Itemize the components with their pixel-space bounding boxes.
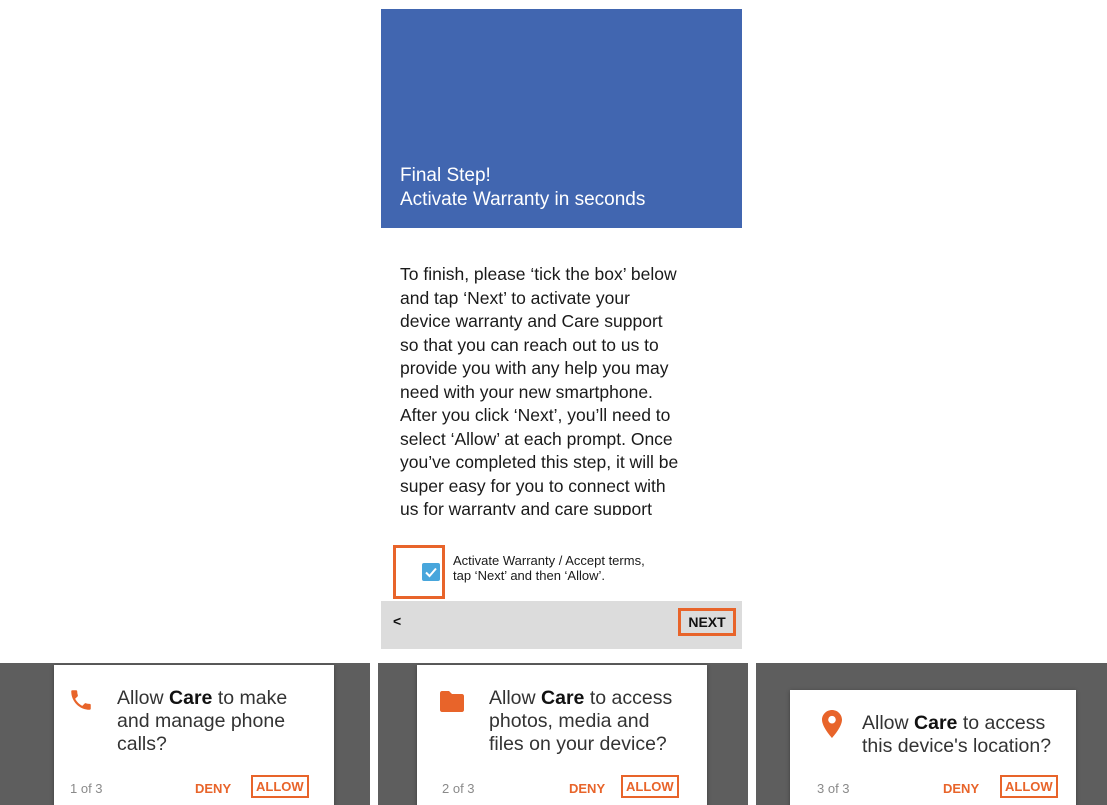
message-line3: calls? bbox=[117, 733, 167, 755]
app-name: Care bbox=[541, 687, 585, 709]
instructions-line: super easy for you to connect with bbox=[400, 475, 666, 496]
permission-counter: 3 of 3 bbox=[817, 781, 850, 796]
message-suffix: to access bbox=[957, 712, 1046, 734]
instructions-line: device warranty and Care support bbox=[400, 311, 663, 331]
permission-message: Allow Care to access this device's locat… bbox=[862, 712, 1051, 758]
allow-button[interactable]: ALLOW bbox=[621, 775, 679, 798]
next-button[interactable]: NEXT bbox=[678, 608, 736, 636]
instructions-line: After you click ‘Next’, you’ll need to bbox=[400, 405, 671, 425]
hero-banner: Final Step! Activate Warranty in seconds bbox=[381, 9, 742, 228]
deny-button[interactable]: DENY bbox=[195, 781, 231, 796]
checkmark-icon bbox=[425, 567, 437, 578]
message-suffix: to access bbox=[584, 687, 673, 709]
instructions-line: us for warranty and care support bbox=[400, 499, 652, 515]
hero-title: Final Step! Activate Warranty in seconds bbox=[400, 164, 645, 212]
message-line3: files on your device? bbox=[489, 733, 667, 755]
app-name: Care bbox=[169, 687, 213, 709]
permission-panel-storage: Allow Care to access photos, media and f… bbox=[378, 663, 748, 805]
location-pin-icon bbox=[822, 710, 842, 743]
permission-counter: 2 of 3 bbox=[442, 781, 475, 796]
accept-terms-row: Activate Warranty / Accept terms, tap ‘N… bbox=[393, 545, 733, 603]
instructions-line: so that you can reach out to us to bbox=[400, 334, 659, 355]
instructions-line: select ‘Allow’ at each prompt. Once bbox=[400, 428, 673, 449]
permission-dialog-phone: Allow Care to make and manage phone call… bbox=[54, 665, 334, 805]
allow-button[interactable]: ALLOW bbox=[251, 775, 309, 798]
app-name: Care bbox=[914, 712, 958, 734]
permission-dialog-storage: Allow Care to access photos, media and f… bbox=[417, 665, 707, 805]
deny-button[interactable]: DENY bbox=[943, 781, 979, 796]
warranty-setup-screen: Final Step! Activate Warranty in seconds… bbox=[381, 9, 742, 649]
accept-terms-label: Activate Warranty / Accept terms, tap ‘N… bbox=[453, 553, 645, 583]
message-line2: and manage phone bbox=[117, 710, 286, 732]
instructions-line: and tap ‘Next’ to activate your bbox=[400, 287, 630, 308]
instructions-line: you’ve completed this step, it will be bbox=[400, 452, 679, 472]
message-prefix: Allow bbox=[862, 712, 915, 734]
instructions-line: To finish, please ‘tick the box’ below bbox=[400, 264, 677, 284]
message-line2: photos, media and bbox=[489, 710, 650, 732]
deny-button[interactable]: DENY bbox=[569, 781, 605, 796]
permission-panel-phone: Allow Care to make and manage phone call… bbox=[0, 663, 370, 805]
folder-icon bbox=[438, 690, 466, 719]
permission-panel-location: Allow Care to access this device's locat… bbox=[756, 663, 1107, 805]
permission-counter: 1 of 3 bbox=[70, 781, 103, 796]
instructions-line: need with your new smartphone. bbox=[400, 381, 653, 402]
accept-terms-label-line2: tap ‘Next’ and then ‘Allow’. bbox=[453, 568, 605, 583]
message-line2: this device's location? bbox=[862, 735, 1052, 757]
back-button[interactable]: < bbox=[393, 613, 401, 629]
phone-icon bbox=[68, 687, 94, 718]
permission-message: Allow Care to access photos, media and f… bbox=[489, 687, 672, 756]
instructions-line: provide you with any help you may bbox=[400, 358, 669, 378]
instructions-text: To finish, please ‘tick the box’ below a… bbox=[400, 263, 730, 515]
hero-title-line2: Activate Warranty in seconds bbox=[400, 189, 646, 210]
bottom-nav-bar: < NEXT bbox=[381, 601, 742, 649]
allow-button[interactable]: ALLOW bbox=[1000, 775, 1058, 798]
message-suffix: to make bbox=[212, 687, 288, 709]
accept-terms-checkbox[interactable] bbox=[422, 563, 440, 581]
message-prefix: Allow bbox=[117, 687, 170, 709]
accept-terms-label-line1: Activate Warranty / Accept terms, bbox=[453, 553, 645, 568]
hero-title-line1: Final Step! bbox=[400, 165, 491, 186]
permission-dialog-location: Allow Care to access this device's locat… bbox=[790, 690, 1076, 805]
message-prefix: Allow bbox=[489, 687, 542, 709]
permission-message: Allow Care to make and manage phone call… bbox=[117, 687, 287, 756]
